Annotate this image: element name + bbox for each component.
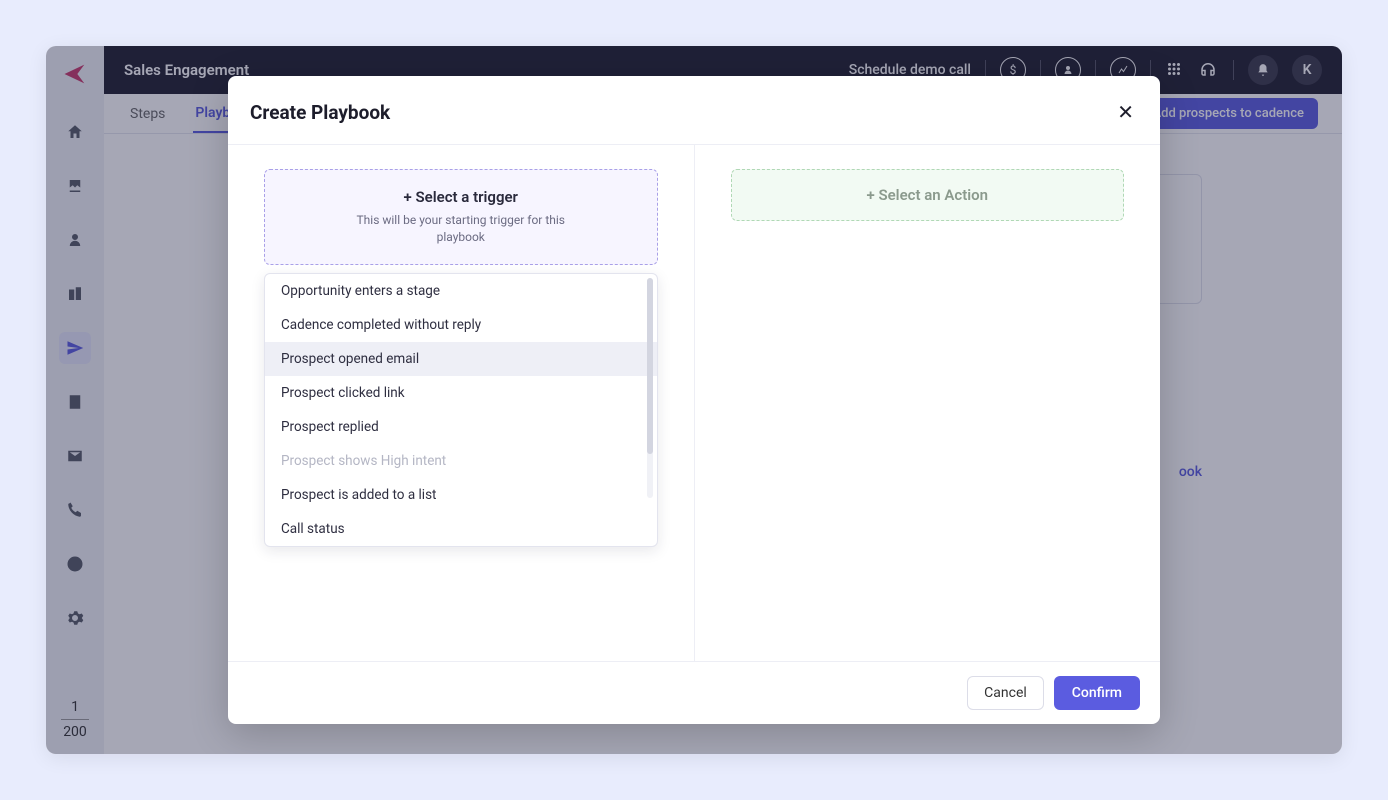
action-column: + Select an Action	[695, 145, 1161, 661]
trigger-option[interactable]: Prospect opened email	[265, 342, 657, 376]
scrollbar[interactable]	[647, 278, 653, 498]
scrollbar-thumb[interactable]	[647, 278, 653, 454]
trigger-option[interactable]: Opportunity enters a stage	[265, 274, 657, 308]
select-trigger-box[interactable]: + Select a trigger This will be your sta…	[264, 169, 658, 265]
trigger-column: + Select a trigger This will be your sta…	[228, 145, 695, 661]
trigger-option[interactable]: Cadence completed without reply	[265, 308, 657, 342]
select-action-box[interactable]: + Select an Action	[731, 169, 1125, 221]
modal-footer: Cancel Confirm	[228, 661, 1160, 724]
modal-title: Create Playbook	[250, 101, 390, 124]
action-title: + Select an Action	[756, 186, 1100, 204]
trigger-option: Prospect shows High intent	[265, 444, 657, 478]
trigger-option[interactable]: Prospect replied	[265, 410, 657, 444]
trigger-title: + Select a trigger	[289, 188, 633, 206]
create-playbook-modal: Create Playbook ✕ + Select a trigger Thi…	[228, 76, 1160, 724]
modal-body: + Select a trigger This will be your sta…	[228, 145, 1160, 661]
confirm-button[interactable]: Confirm	[1054, 676, 1140, 710]
trigger-option[interactable]: Prospect is added to a list	[265, 478, 657, 512]
trigger-dropdown: Opportunity enters a stageCadence comple…	[264, 273, 658, 547]
app-window: 1 200 Sales Engagement Schedule demo cal…	[46, 46, 1342, 754]
cancel-button[interactable]: Cancel	[967, 676, 1044, 710]
modal-overlay: Create Playbook ✕ + Select a trigger Thi…	[46, 46, 1342, 754]
trigger-option[interactable]: Prospect clicked link	[265, 376, 657, 410]
trigger-option[interactable]: Call status	[265, 512, 657, 546]
trigger-subtitle: This will be your starting trigger for t…	[341, 212, 581, 246]
close-icon[interactable]: ✕	[1113, 96, 1138, 128]
modal-header: Create Playbook ✕	[228, 76, 1160, 145]
